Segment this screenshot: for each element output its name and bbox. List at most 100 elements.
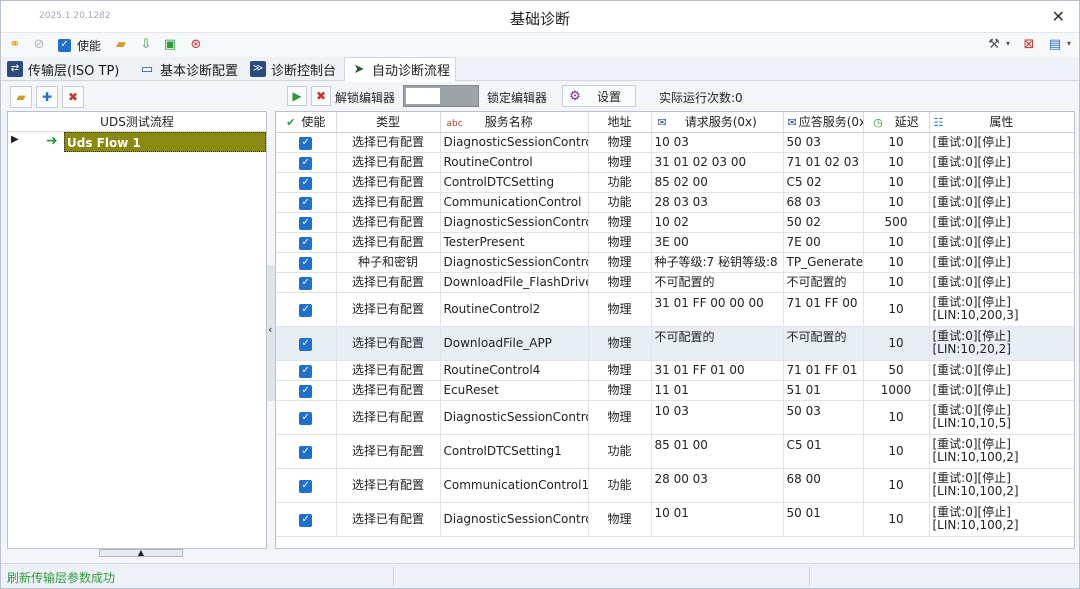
table-row[interactable]: ✓ 选择已有配置 ControlDTCSetting1 功能 85 01 00 C5 01… xyxy=(276,434,1074,469)
cell-type[interactable]: 选择已有配置 xyxy=(336,232,441,253)
cell-response[interactable]: 50 03 xyxy=(783,132,864,153)
cell-response[interactable]: TP_GenerateK xyxy=(783,252,864,273)
cell-enable[interactable]: ✓ xyxy=(276,400,337,435)
cell-enable[interactable]: ✓ xyxy=(276,468,337,503)
cell-type[interactable]: 选择已有配置 xyxy=(336,192,441,213)
row-enable-checkbox[interactable]: ✓ xyxy=(299,276,313,290)
cell-service-name[interactable]: DiagnosticSessionControl xyxy=(440,400,589,435)
cell-request[interactable]: 31 01 FF 01 00 xyxy=(651,360,784,381)
cell-delay[interactable]: 10 xyxy=(863,400,930,435)
cell-attributes[interactable]: [重试:0][停止] xyxy=(929,232,1074,253)
cell-attributes[interactable]: [重试:0][停止] xyxy=(929,212,1074,233)
cell-enable[interactable]: ✓ xyxy=(276,232,337,253)
cell-address[interactable]: 物理 xyxy=(588,232,652,253)
cell-service-name[interactable]: DownloadFile_APP xyxy=(440,326,589,361)
table-row[interactable]: ✓ 选择已有配置 CommunicationControl1 功能 28 00 03 68… xyxy=(276,468,1074,503)
cell-service-name[interactable]: DiagnosticSessionControl1 xyxy=(440,212,589,233)
panel-splitter[interactable]: ‹ xyxy=(267,265,275,401)
cell-type[interactable]: 选择已有配置 xyxy=(336,360,441,381)
cell-address[interactable]: 物理 xyxy=(588,502,652,537)
cell-service-name[interactable]: ControlDTCSetting xyxy=(440,172,589,193)
cell-request[interactable]: 10 03 xyxy=(651,132,784,153)
cell-request[interactable]: 10 01 xyxy=(651,502,784,537)
cell-type[interactable]: 选择已有配置 xyxy=(336,380,441,401)
table-row[interactable]: ✓ 种子和密钥 DiagnosticSessionControl1 物理 种子等级:7 … xyxy=(276,252,1074,273)
cell-enable[interactable]: ✓ xyxy=(276,292,337,327)
cell-attributes[interactable]: [重试:0][停止] [LIN:10,100,2] xyxy=(929,434,1074,469)
cell-address[interactable]: 物理 xyxy=(588,272,652,293)
cell-enable[interactable]: ✓ xyxy=(276,380,337,401)
col-attributes[interactable]: ☷ 属性 xyxy=(929,112,1074,133)
cell-attributes[interactable]: [重试:0][停止] [LIN:10,100,2] xyxy=(929,502,1074,537)
table-row[interactable]: ✓ 选择已有配置 DiagnosticSessionControl 物理 10 03 50… xyxy=(276,400,1074,435)
cell-request[interactable]: 种子等级:7 秘钥等级:8 xyxy=(651,252,784,273)
cell-attributes[interactable]: [重试:0][停止] [LIN:10,20,2] xyxy=(929,326,1074,361)
cell-attributes[interactable]: [重试:0][停止] xyxy=(929,172,1074,193)
table-row[interactable]: ✓ 选择已有配置 RoutineControl4 物理 31 01 FF 01 00 71… xyxy=(276,360,1074,381)
cell-type[interactable]: 选择已有配置 xyxy=(336,292,441,327)
cell-enable[interactable]: ✓ xyxy=(276,360,337,381)
cell-service-name[interactable]: CommunicationControl xyxy=(440,192,589,213)
cell-response[interactable]: 不可配置的 xyxy=(783,272,864,293)
cell-delay[interactable]: 500 xyxy=(863,212,930,233)
cell-delay[interactable]: 10 xyxy=(863,172,930,193)
row-enable-checkbox[interactable]: ✓ xyxy=(299,445,313,459)
cell-request[interactable]: 11 01 xyxy=(651,380,784,401)
cell-delay[interactable]: 10 xyxy=(863,192,930,213)
cell-type[interactable]: 选择已有配置 xyxy=(336,434,441,469)
col-address[interactable]: 地址 xyxy=(588,112,652,133)
cell-type[interactable]: 选择已有配置 xyxy=(336,272,441,293)
cell-delay[interactable]: 10 xyxy=(863,252,930,273)
cell-request[interactable]: 10 02 xyxy=(651,212,784,233)
cell-enable[interactable]: ✓ xyxy=(276,326,337,361)
col-response[interactable]: ✉ 应答服务(0x xyxy=(783,112,864,133)
cell-enable[interactable]: ✓ xyxy=(276,212,337,233)
row-enable-checkbox[interactable]: ✓ xyxy=(299,136,313,150)
col-request[interactable]: ✉ 请求服务(0x) xyxy=(651,112,784,133)
cell-response[interactable]: 50 02 xyxy=(783,212,864,233)
cell-type[interactable]: 选择已有配置 xyxy=(336,152,441,173)
cell-delay[interactable]: 1000 xyxy=(863,380,930,401)
cell-address[interactable]: 物理 xyxy=(588,212,652,233)
unlink-icon[interactable]: ⊘ xyxy=(31,36,47,52)
col-delay[interactable]: ◷ 延迟 xyxy=(863,112,930,133)
cell-address[interactable]: 物理 xyxy=(588,292,652,327)
cell-service-name[interactable]: RoutineControl2 xyxy=(440,292,589,327)
cell-address[interactable]: 功能 xyxy=(588,434,652,469)
cell-address[interactable]: 物理 xyxy=(588,400,652,435)
cell-type[interactable]: 选择已有配置 xyxy=(336,326,441,361)
col-type[interactable]: 类型 xyxy=(336,112,441,133)
chevron-down-icon[interactable]: ▾ xyxy=(1000,36,1016,52)
table-row[interactable]: ✓ 选择已有配置 RoutineControl2 物理 31 01 FF 00 00 0… xyxy=(276,292,1074,327)
cell-attributes[interactable]: [重试:0][停止] [LIN:10,100,2] xyxy=(929,468,1074,503)
tab-transport-layer[interactable]: ⇄ 传输层(ISO TP) xyxy=(7,57,129,81)
cell-address[interactable]: 物理 xyxy=(588,380,652,401)
row-enable-checkbox[interactable]: ✓ xyxy=(299,411,313,425)
editor-lock-toggle[interactable] xyxy=(403,85,479,107)
cell-response[interactable]: 68 00 xyxy=(783,468,864,503)
row-enable-checkbox[interactable]: ✓ xyxy=(299,216,313,230)
cell-address[interactable]: 物理 xyxy=(588,252,652,273)
save-icon[interactable]: ▣ xyxy=(162,36,178,52)
cell-attributes[interactable]: [重试:0][停止] [LIN:10,200,3] xyxy=(929,292,1074,327)
cell-request[interactable]: 28 00 03 xyxy=(651,468,784,503)
row-enable-checkbox[interactable]: ✓ xyxy=(299,303,313,317)
cell-service-name[interactable]: EcuReset xyxy=(440,380,589,401)
row-enable-checkbox[interactable]: ✓ xyxy=(299,337,313,351)
cell-enable[interactable]: ✓ xyxy=(276,252,337,273)
cell-type[interactable]: 选择已有配置 xyxy=(336,468,441,503)
row-enable-checkbox[interactable]: ✓ xyxy=(299,256,313,270)
cell-address[interactable]: 物理 xyxy=(588,360,652,381)
cell-service-name[interactable]: DiagnosticSessionControl2 xyxy=(440,502,589,537)
table-row[interactable]: ✓ 选择已有配置 DownloadFile_FlashDriver 物理 不可配置的 不可… xyxy=(276,272,1074,293)
cell-delay[interactable]: 10 xyxy=(863,152,930,173)
cell-enable[interactable]: ✓ xyxy=(276,132,337,153)
cell-service-name[interactable]: DownloadFile_FlashDriver xyxy=(440,272,589,293)
row-enable-checkbox[interactable]: ✓ xyxy=(299,513,313,527)
cell-address[interactable]: 物理 xyxy=(588,152,652,173)
cell-attributes[interactable]: [重试:0][停止] xyxy=(929,380,1074,401)
settings-button[interactable]: ⚙ 设置 xyxy=(562,85,636,107)
cell-type[interactable]: 选择已有配置 xyxy=(336,502,441,537)
cell-enable[interactable]: ✓ xyxy=(276,272,337,293)
tree-item[interactable]: ▶ ➜ Uds Flow 1 xyxy=(8,132,266,152)
